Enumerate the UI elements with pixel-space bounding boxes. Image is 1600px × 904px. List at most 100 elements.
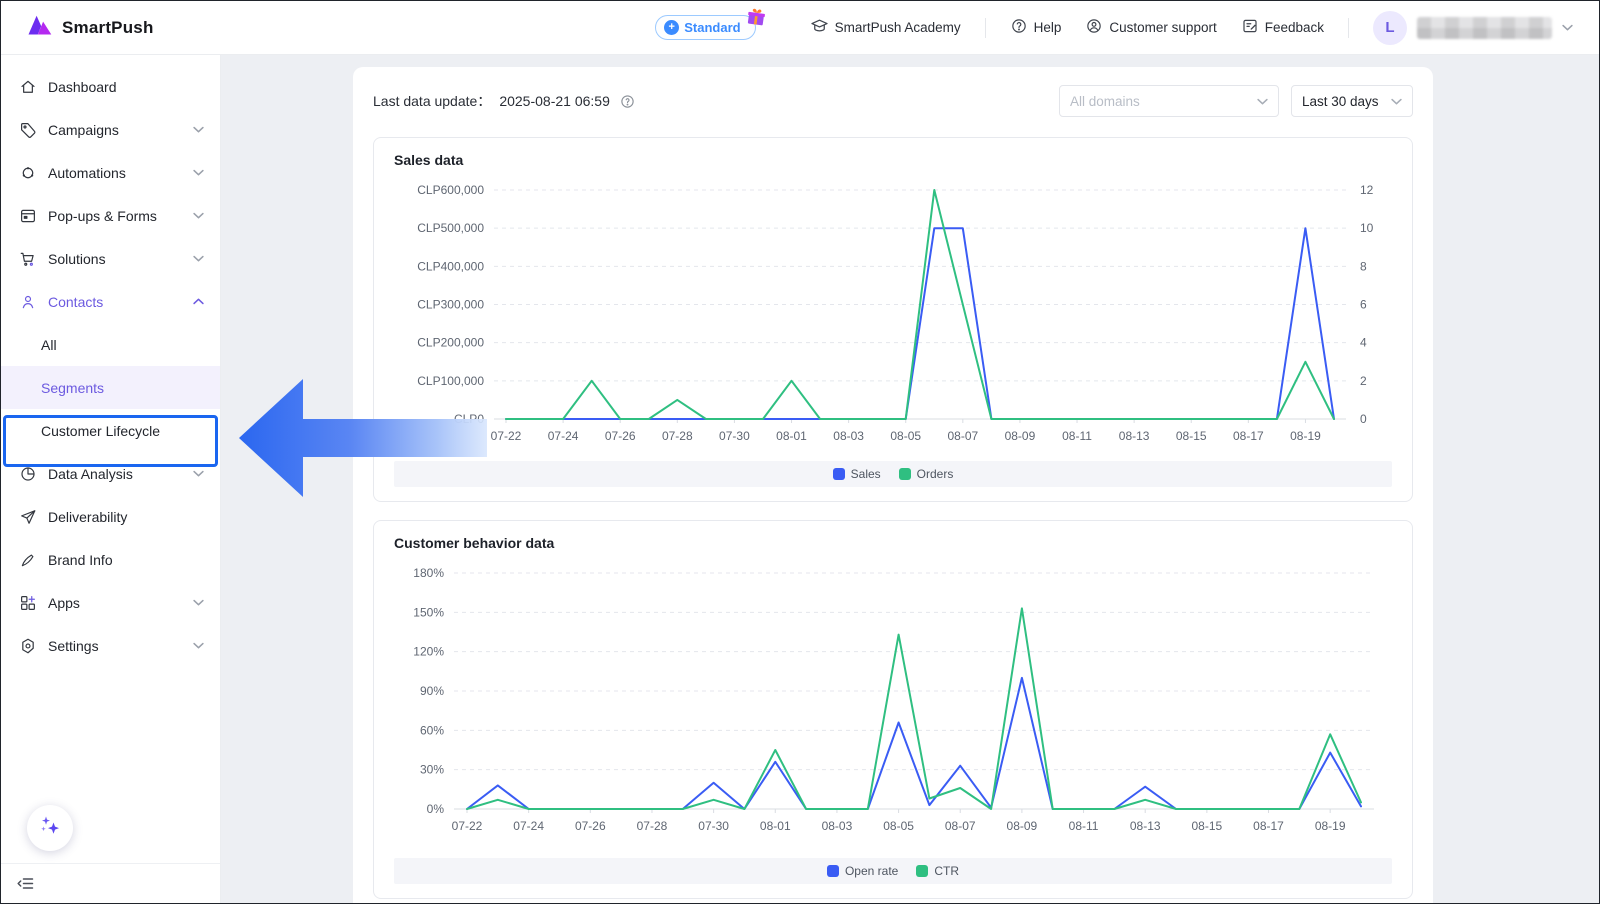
svg-text:120%: 120% [413, 645, 444, 659]
behavior-chart-legend: Open rate CTR [394, 858, 1392, 884]
sidebar-item-pop-ups-forms[interactable]: Pop-ups & Forms [1, 194, 220, 237]
academy-icon [810, 17, 829, 39]
cart-icon [19, 250, 37, 268]
sidebar-item-apps[interactable]: Apps [1, 581, 220, 624]
chevron-down-icon [193, 642, 204, 649]
nav-label: Feedback [1265, 20, 1324, 35]
last-update-label: Last data update： [373, 91, 491, 111]
nav-feedback[interactable]: Feedback [1241, 17, 1324, 38]
sidebar-item-settings[interactable]: Settings [1, 624, 220, 667]
date-range-select[interactable]: Last 30 days [1291, 85, 1413, 117]
svg-text:07-24: 07-24 [513, 819, 544, 833]
sidebar-item-label: Dashboard [48, 79, 204, 95]
user-menu[interactable]: L [1373, 11, 1573, 45]
svg-text:4: 4 [1360, 336, 1367, 350]
collapse-sidebar-icon[interactable] [17, 876, 34, 891]
legend-item-orders[interactable]: Orders [899, 467, 954, 481]
svg-text:08-19: 08-19 [1315, 819, 1346, 833]
sidebar-subitem-customer-lifecycle[interactable]: Customer Lifecycle [1, 409, 220, 452]
toolbar: Last data update： 2025-08-21 06:59 All d… [373, 85, 1413, 117]
sidebar-subitem-label: All [41, 337, 57, 353]
avatar: L [1373, 11, 1407, 45]
svg-text:150%: 150% [413, 605, 444, 619]
sidebar-item-label: Apps [48, 595, 182, 611]
chevron-down-icon [193, 470, 204, 477]
legend-item-open-rate[interactable]: Open rate [827, 864, 898, 878]
legend-swatch [899, 468, 911, 480]
gift-icon [744, 6, 767, 32]
feedback-icon [1241, 17, 1259, 38]
svg-text:60%: 60% [420, 723, 444, 737]
nav-customer-support[interactable]: Customer support [1085, 17, 1216, 38]
svg-text:07-24: 07-24 [548, 429, 579, 443]
legend-label: Sales [851, 467, 881, 481]
automation-icon [19, 164, 37, 182]
nav-help[interactable]: Help [1010, 17, 1062, 38]
sales-chart-title: Sales data [394, 152, 1392, 168]
sidebar-item-brand-info[interactable]: Brand Info [1, 538, 220, 581]
nav-smartpush-academy[interactable]: SmartPush Academy [810, 17, 961, 39]
svg-text:07-26: 07-26 [575, 819, 606, 833]
legend-swatch [833, 468, 845, 480]
sidebar-item-label: Brand Info [48, 552, 204, 568]
sidebar-item-label: Solutions [48, 251, 182, 267]
svg-text:30%: 30% [420, 763, 444, 777]
user-name-blurred [1417, 17, 1552, 39]
sidebar-item-label: Pop-ups & Forms [48, 208, 182, 224]
top-header: SmartPush + Standard [1, 1, 1599, 55]
sidebar-item-deliverability[interactable]: Deliverability [1, 495, 220, 538]
header-divider [1348, 18, 1349, 38]
behavior-chart-title: Customer behavior data [394, 535, 1392, 551]
sidebar-item-data-analysis[interactable]: Data Analysis [1, 452, 220, 495]
svg-text:08-13: 08-13 [1130, 819, 1161, 833]
legend-label: Open rate [845, 864, 898, 878]
sidebar-item-label: Settings [48, 638, 182, 654]
legend-item-sales[interactable]: Sales [833, 467, 881, 481]
sidebar-subitem-segments[interactable]: Segments [1, 366, 220, 409]
legend-swatch [916, 865, 928, 877]
home-icon [19, 78, 37, 96]
brand[interactable]: SmartPush [27, 14, 154, 41]
sidebar-subitem-label: Segments [41, 380, 104, 396]
svg-text:CLP100,000: CLP100,000 [417, 374, 484, 388]
behavior-chart[interactable]: 180%150%120%90%60%30%0%07-2207-2407-2607… [394, 557, 1394, 853]
svg-text:08-01: 08-01 [760, 819, 791, 833]
nav-label: Help [1034, 20, 1062, 35]
info-icon[interactable] [620, 94, 635, 109]
sidebar-item-solutions[interactable]: Solutions [1, 237, 220, 280]
sidebar-item-campaigns[interactable]: Campaigns [1, 108, 220, 151]
sidebar-subitem-label: Customer Lifecycle [41, 423, 160, 439]
domain-filter-select[interactable]: All domains [1059, 85, 1279, 117]
svg-text:12: 12 [1360, 183, 1374, 197]
sales-chart-legend: Sales Orders [394, 461, 1392, 487]
svg-text:0: 0 [1360, 412, 1367, 426]
svg-text:8: 8 [1360, 259, 1367, 273]
sidebar-item-automations[interactable]: Automations [1, 151, 220, 194]
svg-text:07-28: 07-28 [637, 819, 668, 833]
svg-text:10: 10 [1360, 221, 1374, 235]
legend-label: CTR [934, 864, 959, 878]
svg-text:180%: 180% [413, 566, 444, 580]
ai-assistant-button[interactable] [27, 805, 73, 851]
sidebar-item-contacts[interactable]: Contacts [1, 280, 220, 323]
svg-text:6: 6 [1360, 298, 1367, 312]
domain-filter-placeholder: All domains [1070, 94, 1140, 109]
svg-text:07-28: 07-28 [662, 429, 693, 443]
svg-text:08-01: 08-01 [776, 429, 807, 443]
svg-text:08-05: 08-05 [890, 429, 921, 443]
sidebar-item-dashboard[interactable]: Dashboard [1, 65, 220, 108]
sidebar-item-label: Deliverability [48, 509, 204, 525]
svg-text:08-07: 08-07 [947, 429, 978, 443]
apps-icon [19, 594, 37, 612]
svg-text:2: 2 [1360, 374, 1367, 388]
legend-item-ctr[interactable]: CTR [916, 864, 959, 878]
sidebar: Dashboard CampaignsAutomations Pop-ups & F… [1, 55, 221, 903]
chevron-down-icon [193, 212, 204, 219]
plan-badge[interactable]: + Standard [655, 15, 755, 40]
sales-data-card: Sales data CLP600,00012CLP500,00010CLP40… [373, 137, 1413, 502]
chevron-down-icon [193, 599, 204, 606]
sales-chart[interactable]: CLP600,00012CLP500,00010CLP400,0008CLP30… [394, 174, 1394, 456]
chevron-down-icon [193, 255, 204, 262]
sidebar-subitem-all[interactable]: All [1, 323, 220, 366]
brand-name: SmartPush [62, 18, 154, 38]
